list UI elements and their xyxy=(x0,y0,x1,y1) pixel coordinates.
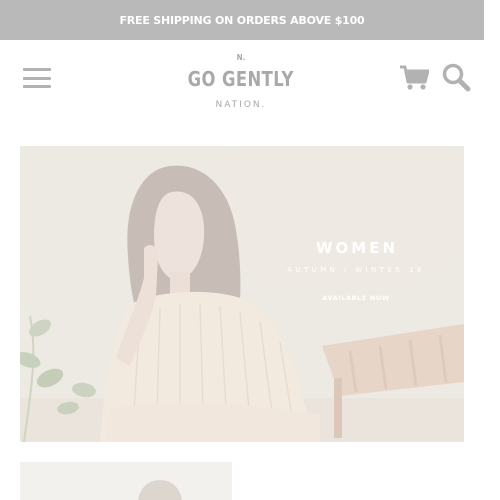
logo-subtitle: NATION. xyxy=(215,100,267,110)
hero-title: WOMEN xyxy=(315,239,399,257)
search-icon[interactable] xyxy=(441,62,471,92)
site-header: N. GO GENTLY NATION. xyxy=(0,40,484,130)
logo-mark: N. xyxy=(236,53,246,62)
hero-cta-link[interactable]: AVAILABLE NOW xyxy=(300,294,412,302)
announcement-bar: FREE SHIPPING ON ORDERS ABOVE $100 xyxy=(0,0,484,40)
announcement-text: FREE SHIPPING ON ORDERS ABOVE $100 xyxy=(119,13,365,27)
product-thumbnail-image xyxy=(20,462,232,500)
hero-subtitle: AUTUMN / WINTER 18 xyxy=(287,266,425,274)
hamburger-menu-icon[interactable] xyxy=(23,68,51,88)
cart-icon[interactable] xyxy=(399,62,429,92)
logo-wordmark: GO GENTLY xyxy=(187,67,295,91)
product-thumbnail[interactable] xyxy=(20,462,232,500)
hero-banner-women[interactable]: WOMEN AUTUMN / WINTER 18 AVAILABLE NOW xyxy=(20,146,464,442)
site-logo[interactable]: N. GO GENTLY NATION. xyxy=(176,52,306,116)
